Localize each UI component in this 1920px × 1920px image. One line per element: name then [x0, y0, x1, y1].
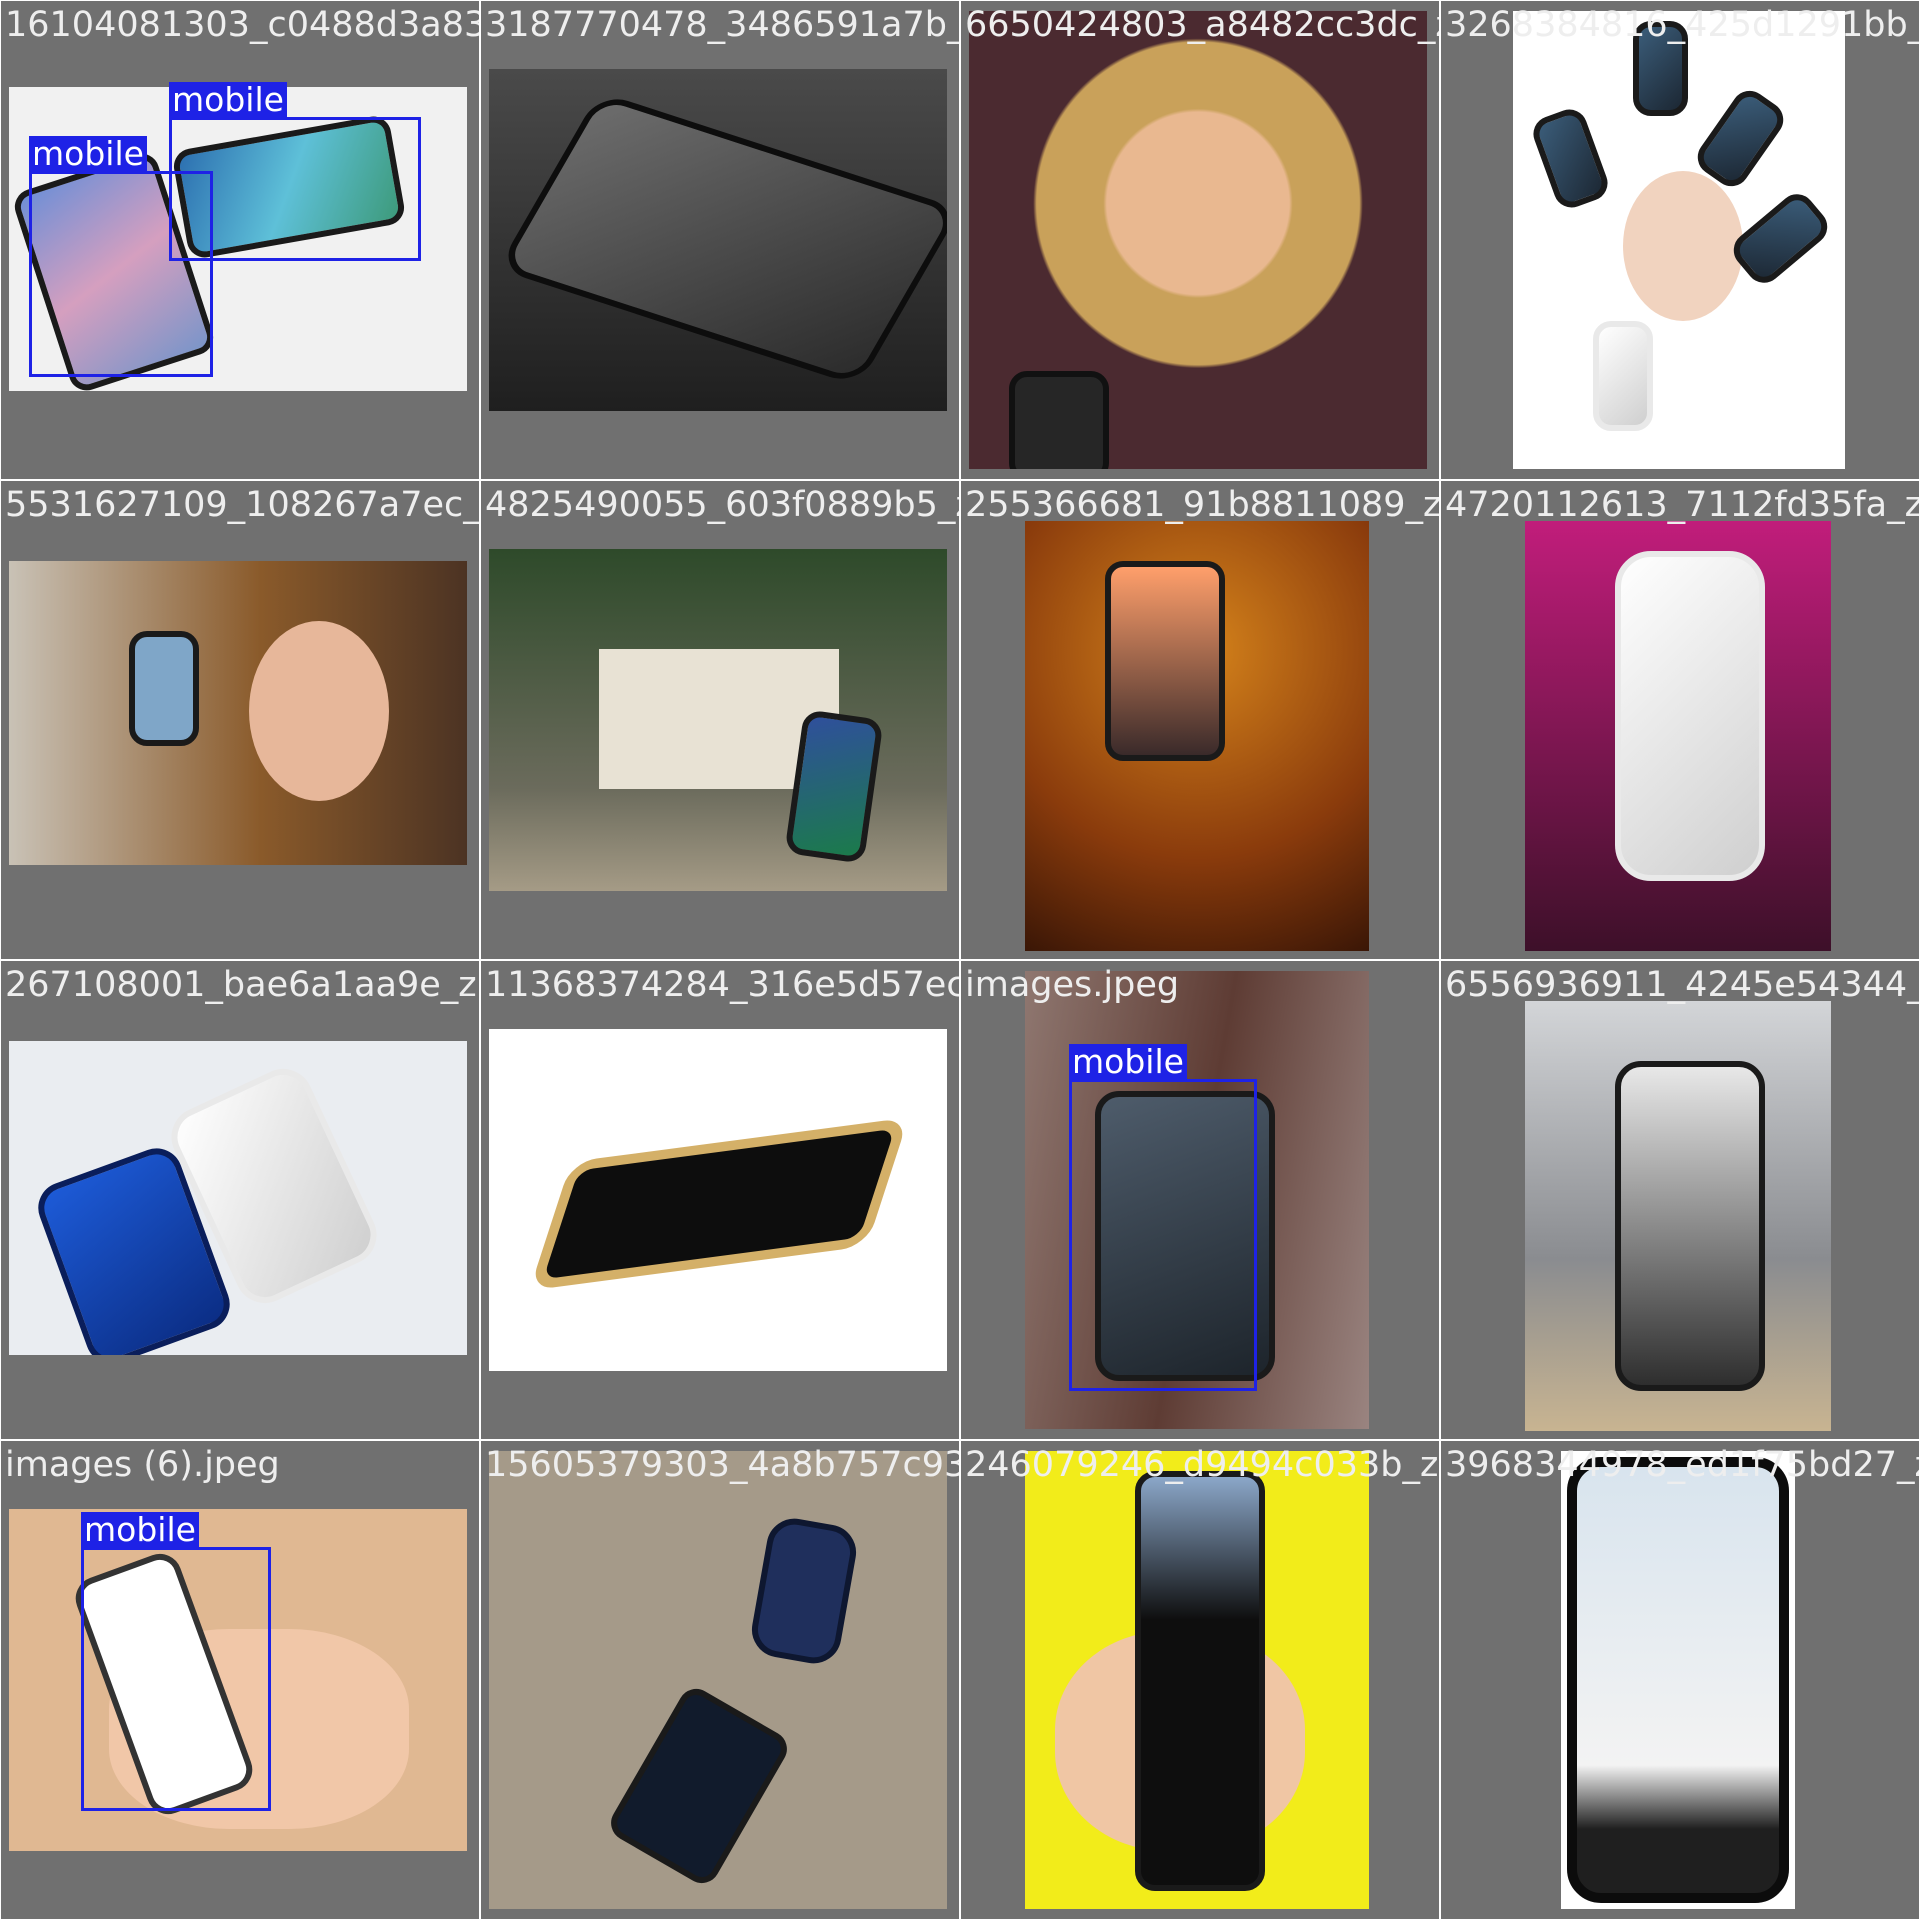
phone-image [529, 1117, 909, 1291]
tile-image [489, 69, 947, 411]
tile-image [1525, 1001, 1831, 1431]
detection-label: mobile [81, 1512, 199, 1548]
phone-image [604, 1682, 794, 1890]
face-image [249, 621, 389, 801]
detection-box: mobile [81, 1512, 271, 1811]
grid-tile[interactable]: images.jpeg mobile [960, 960, 1440, 1440]
grid-tile[interactable]: 6556936911_4245e54344_z.jpg [1440, 960, 1920, 1440]
tile-caption: 4825490055_603f0889b5_z.jpg [485, 485, 959, 525]
tile-image [1513, 11, 1845, 469]
grid-tile[interactable]: 267108001_bae6a1aa9e_z.jpg [0, 960, 480, 1440]
phone-image [1593, 321, 1653, 431]
tile-caption: 5531627109_108267a7ec_z.jpg [5, 485, 480, 525]
tile-caption: images (6).jpeg [5, 1445, 280, 1485]
detection-label: mobile [1069, 1044, 1187, 1080]
tile-image [9, 1041, 467, 1355]
phone-image [1009, 371, 1109, 469]
tile-image [1561, 1451, 1795, 1909]
tile-caption: 3187770478_3486591a7b_z.jpg [485, 5, 959, 45]
tile-image [489, 1451, 947, 1909]
grid-tile[interactable]: 5531627109_108267a7ec_z.jpg [0, 480, 480, 960]
grid-tile[interactable]: 4825490055_603f0889b5_z.jpg [480, 480, 960, 960]
tile-image [489, 549, 947, 891]
grid-tile[interactable]: 6650424803_a8482cc3dc_z.jpg [960, 0, 1440, 480]
phone-image [1528, 104, 1613, 213]
tile-caption: 246079246_d9494c033b_z.jpg [965, 1445, 1439, 1485]
grid-tile[interactable]: 3968344978_ed1f75bd27_z.jpg [1440, 1440, 1920, 1920]
image-grid: 16104081303_c0488d3a83_z.jpg mobile mobi… [0, 0, 1920, 1920]
tile-image [969, 11, 1427, 469]
detection-box: mobile [1069, 1044, 1257, 1391]
phone-image [1105, 561, 1225, 761]
grid-tile[interactable]: 255366681_91b8811089_z.jpg [960, 480, 1440, 960]
phone-image [1567, 1457, 1789, 1903]
tile-caption: 255366681_91b8811089_z.jpg [965, 485, 1440, 525]
detection-label: mobile [169, 82, 287, 118]
tile-caption: 11368374284_316e5d57ec_z.jpg [485, 965, 959, 1005]
detection-box: mobile [169, 82, 421, 261]
phone-image [129, 631, 199, 746]
grid-tile[interactable]: 3268384816_425d1291bb_z.jpg [1440, 0, 1920, 480]
grid-tile[interactable]: 11368374284_316e5d57ec_z.jpg [480, 960, 960, 1440]
phone-image [1726, 186, 1835, 291]
tile-caption: 6650424803_a8482cc3dc_z.jpg [965, 5, 1439, 45]
tile-caption: 3968344978_ed1f75bd27_z.jpg [1445, 1445, 1919, 1485]
grid-tile[interactable]: 16104081303_c0488d3a83_z.jpg mobile mobi… [0, 0, 480, 480]
tile-caption: 6556936911_4245e54344_z.jpg [1445, 965, 1919, 1005]
tile-image [1025, 521, 1369, 951]
tile-caption: 16104081303_c0488d3a83_z.jpg [5, 5, 479, 45]
grid-tile[interactable]: 3187770478_3486591a7b_z.jpg [480, 0, 960, 480]
tile-caption: 3268384816_425d1291bb_z.jpg [1445, 5, 1919, 45]
tile-caption: 4720112613_7112fd35fa_z.jpg [1445, 485, 1920, 525]
tile-image [9, 561, 467, 865]
grid-tile[interactable]: images (6).jpeg mobile [0, 1440, 480, 1920]
tile-caption: images.jpeg [965, 965, 1180, 1005]
grid-tile[interactable]: 15605379303_4a8b757c93_z.jpg [480, 1440, 960, 1920]
tile-caption: 267108001_bae6a1aa9e_z.jpg [5, 965, 479, 1005]
tile-image [489, 1029, 947, 1371]
detection-label: mobile [29, 136, 147, 172]
tile-caption: 15605379303_4a8b757c93_z.jpg [485, 1445, 959, 1485]
tile-image [1025, 1451, 1369, 1909]
phone-image [497, 91, 947, 387]
phone-image [1135, 1471, 1265, 1891]
face-image [1623, 171, 1743, 321]
phone-image [747, 1514, 861, 1668]
grid-tile[interactable]: 246079246_d9494c033b_z.jpg [960, 1440, 1440, 1920]
grid-tile[interactable]: 4720112613_7112fd35fa_z.jpg [1440, 480, 1920, 960]
tile-image [1525, 521, 1831, 951]
phone-image [1615, 1061, 1765, 1391]
phone-image [1615, 551, 1765, 881]
